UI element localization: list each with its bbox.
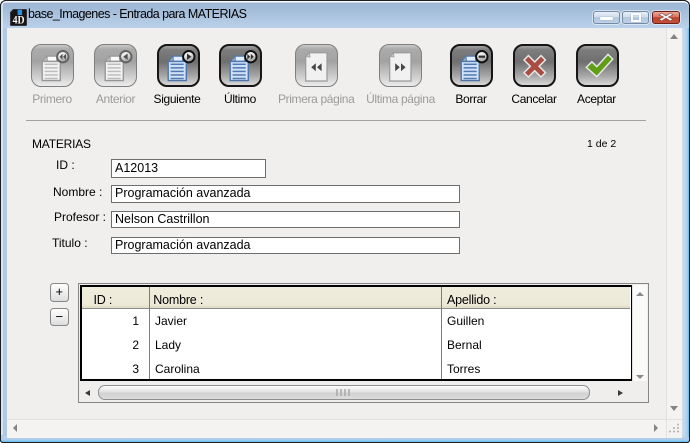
svg-text:4D: 4D: [13, 14, 25, 26]
